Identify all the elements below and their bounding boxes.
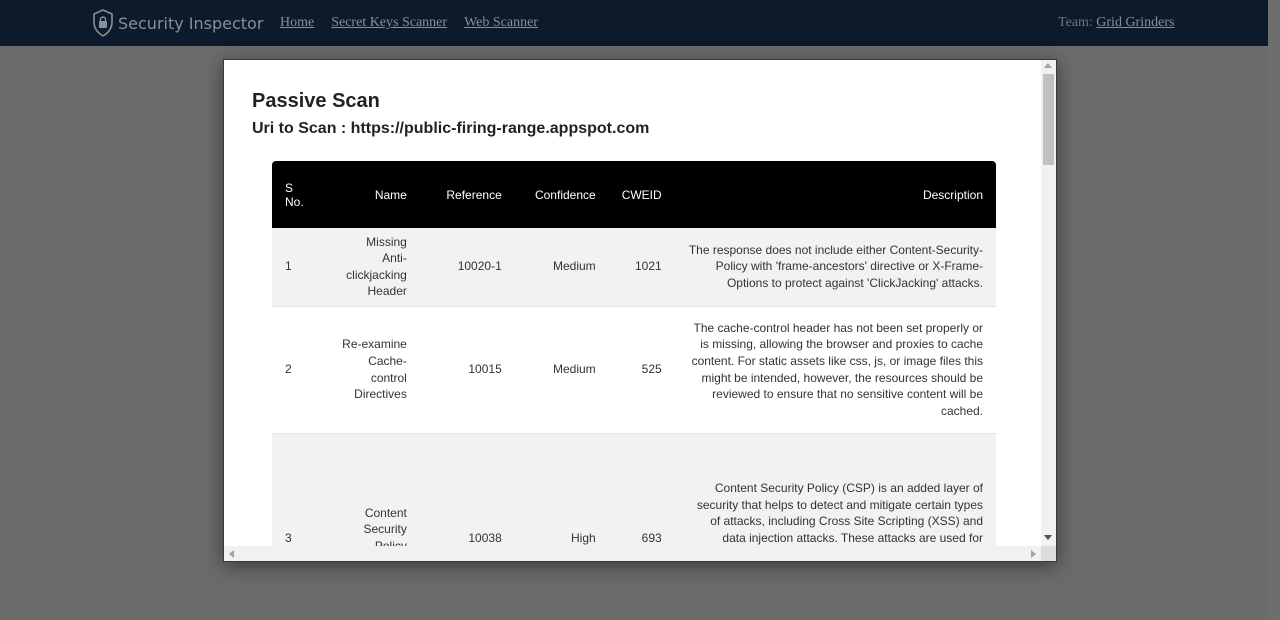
header-confidence: Confidence [534,187,596,202]
vertical-scroll-thumb[interactable] [1043,74,1054,165]
cell-sno: 1 [272,228,326,307]
cell-cweid: 525 [608,306,675,434]
cell-cweid: 693 [608,433,675,546]
table-row: 2 Re-examine Cache-control Directives 10… [272,306,996,434]
scan-uri: Uri to Scan : https://public-firing-rang… [252,120,650,137]
header-description: Description [922,187,983,202]
cell-description: Content Security Policy (CSP) is an adde… [674,433,996,546]
header-sno: S No. [272,161,326,228]
nav-link-web-scanner[interactable]: Web Scanner [464,15,538,31]
modal-vertical-scrollbar[interactable] [1041,60,1056,546]
cell-sno: 3 [272,433,326,546]
table-row: 1 Missing Anti-clickjacking Header 10020… [272,228,996,307]
brand[interactable]: Security Inspector [92,9,263,37]
modal-content: Passive Scan Uri to Scan : https://publi… [224,60,1041,546]
table-header-row: S No. Name Reference Confidence CWEID De… [272,161,996,228]
shield-lock-icon [93,9,113,37]
header-cweid: CWEID [621,187,662,202]
modal-title: Passive Scan [252,90,380,112]
cell-description: The cache-control header has not been se… [674,306,996,434]
passive-scan-modal: Passive Scan Uri to Scan : https://publi… [223,59,1057,562]
header-sno-line1: S [285,180,294,195]
header-name: Name [374,187,407,202]
cell-confidence: Medium [514,228,609,307]
cell-description: The response does not include either Con… [674,228,996,307]
cell-confidence: High [514,433,609,546]
scroll-down-arrow-icon[interactable] [1044,535,1052,540]
team-label: Team: [1058,15,1093,30]
scroll-left-arrow-icon[interactable] [229,550,234,558]
team-info: Team: Grid Grinders [1058,15,1174,31]
modal-horizontal-scrollbar[interactable] [224,546,1041,561]
cell-name: Re-examine Cache-control Directives [325,306,420,434]
cell-cweid: 1021 [608,228,675,307]
nav-links: Home Secret Keys Scanner Web Scanner [280,15,555,31]
header-sno-line2: No. [285,194,304,209]
nav-link-secret-keys-scanner[interactable]: Secret Keys Scanner [331,15,447,31]
top-navbar: Security Inspector Home Secret Keys Scan… [0,0,1268,46]
cell-sno: 2 [272,306,326,434]
cell-name: Missing Anti-clickjacking Header [325,228,420,307]
header-reference: Reference [446,187,502,202]
cell-reference: 10015 [419,306,515,434]
scrollbar-corner [1041,546,1056,561]
cell-name: Content Security Policy (CSP) [325,433,420,546]
brand-name: Security Inspector [118,13,264,33]
scan-results-table: S No. Name Reference Confidence CWEID De… [272,161,996,546]
cell-reference: 10038 [419,433,515,546]
scroll-right-arrow-icon[interactable] [1031,550,1036,558]
scroll-up-arrow-icon[interactable] [1044,63,1052,68]
team-name-link[interactable]: Grid Grinders [1096,15,1174,30]
nav-link-home[interactable]: Home [280,15,314,31]
page-scrollbar[interactable] [1268,0,1280,620]
cell-reference: 10020-1 [419,228,515,307]
table-row: 3 Content Security Policy (CSP) 10038 Hi… [272,433,996,546]
cell-confidence: Medium [514,306,609,434]
